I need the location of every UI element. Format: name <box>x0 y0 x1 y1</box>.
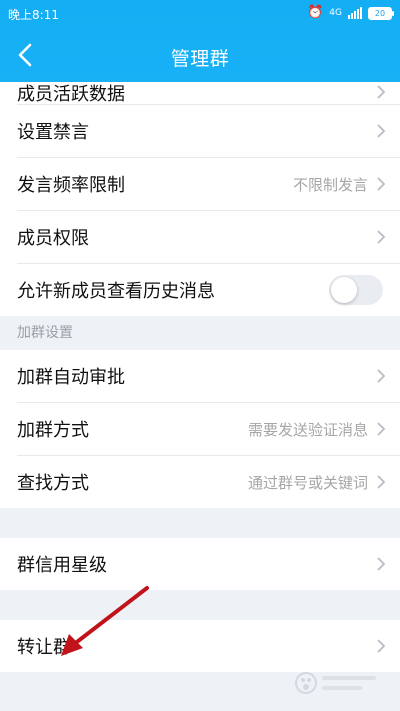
row-value: 通过群号或关键词 <box>247 473 368 492</box>
group-join-settings: 加群自动审批 加群方式 需要发送验证消息 查找方式 通过群号或关键词 <box>0 350 400 508</box>
row-transfer-group[interactable]: 转让群 <box>17 620 400 672</box>
signal-icon <box>348 7 362 19</box>
history-toggle-switch[interactable] <box>329 275 383 305</box>
row-label: 成员活跃数据 <box>17 84 125 105</box>
watermark-logo-icon <box>295 672 376 694</box>
group-credit: 群信用星级 <box>0 538 400 590</box>
row-speak-frequency[interactable]: 发言频率限制 不限制发言 <box>17 158 400 211</box>
status-icons: ⏰ 4G 20 <box>307 5 394 21</box>
row-auto-approve[interactable]: 加群自动审批 <box>17 350 400 403</box>
header: 晚上8:11 ⏰ 4G 20 管理群 <box>0 0 400 82</box>
section-title-join-settings: 加群设置 <box>0 316 400 350</box>
group-transfer: 转让群 <box>0 620 400 672</box>
row-member-permissions[interactable]: 成员权限 <box>17 211 400 264</box>
chevron-right-icon <box>377 177 386 191</box>
status-bar: 晚上8:11 ⏰ 4G 20 <box>0 0 400 28</box>
row-mute-settings[interactable]: 设置禁言 <box>17 105 400 158</box>
row-search-method[interactable]: 查找方式 通过群号或关键词 <box>17 456 400 508</box>
status-time: 晚上8:11 <box>8 8 59 22</box>
row-label: 查找方式 <box>17 473 89 494</box>
row-member-activity[interactable]: 成员活跃数据 <box>17 82 400 105</box>
battery-icon: 20 <box>368 6 394 20</box>
row-label: 加群自动审批 <box>17 367 125 388</box>
row-label: 加群方式 <box>17 420 89 441</box>
row-credit-stars[interactable]: 群信用星级 <box>17 538 400 590</box>
chevron-right-icon <box>377 639 386 653</box>
row-label: 转让群 <box>17 637 71 658</box>
alarm-icon: ⏰ <box>307 5 324 20</box>
chevron-right-icon <box>377 369 386 383</box>
chevron-right-icon <box>377 557 386 571</box>
settings-list: 成员活跃数据 设置禁言 发言频率限制 不限制发言 成员权限 允许新成员查看历史消… <box>0 82 400 672</box>
row-history-visibility: 允许新成员查看历史消息 <box>17 264 400 316</box>
group-member-settings: 成员活跃数据 设置禁言 发言频率限制 不限制发言 成员权限 允许新成员查看历史消… <box>0 82 400 316</box>
row-value: 需要发送验证消息 <box>247 420 368 439</box>
chevron-right-icon <box>377 422 386 436</box>
chevron-right-icon <box>377 475 386 489</box>
row-label: 设置禁言 <box>17 122 89 143</box>
toggle-knob <box>331 277 357 303</box>
chevron-right-icon <box>377 85 386 99</box>
row-value: 不限制发言 <box>292 175 368 194</box>
row-label: 群信用星级 <box>17 555 107 576</box>
row-label: 成员权限 <box>17 228 89 249</box>
network-type: 4G <box>329 8 342 18</box>
chevron-right-icon <box>377 124 386 138</box>
row-join-method[interactable]: 加群方式 需要发送验证消息 <box>17 403 400 456</box>
title-bar: 管理群 <box>0 28 400 82</box>
row-label: 允许新成员查看历史消息 <box>17 281 215 302</box>
page-title: 管理群 <box>170 48 230 70</box>
row-label: 发言频率限制 <box>17 175 125 196</box>
chevron-right-icon <box>377 230 386 244</box>
